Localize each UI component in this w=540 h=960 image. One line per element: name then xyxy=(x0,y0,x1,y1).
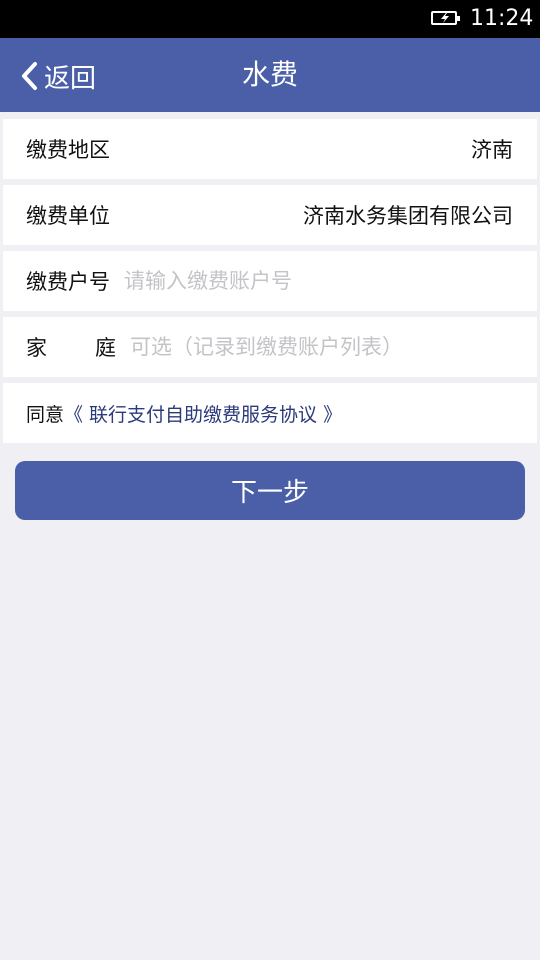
family-input[interactable] xyxy=(130,335,513,359)
navigation-bar: 水费 返回 xyxy=(0,38,540,112)
family-label-part1: 家 xyxy=(26,336,47,360)
agreement-link[interactable]: 《 联行支付自助缴费服务协议 》 xyxy=(64,404,342,426)
region-value: 济南 xyxy=(471,138,513,162)
account-row: 缴费户号 xyxy=(3,251,537,311)
battery-charging-icon xyxy=(431,11,460,25)
back-button[interactable]: 返回 xyxy=(20,56,96,96)
family-label-part2: 庭 xyxy=(95,336,116,360)
company-value: 济南水务集团有限公司 xyxy=(303,204,513,228)
status-bar: 11:24 xyxy=(0,0,540,38)
family-row: 家 庭 xyxy=(3,317,537,377)
account-label: 缴费户号 xyxy=(26,270,110,294)
lightning-icon xyxy=(441,13,449,23)
region-label: 缴费地区 xyxy=(26,138,110,162)
agreement-prefix: 同意 xyxy=(26,403,65,426)
region-row[interactable]: 缴费地区 济南 xyxy=(3,119,537,179)
account-input[interactable] xyxy=(124,269,513,293)
next-step-button[interactable]: 下一步 xyxy=(15,461,525,520)
status-time: 11:24 xyxy=(470,6,534,31)
agreement-row: 同意《 联行支付自助缴费服务协议 》 xyxy=(3,383,537,443)
chevron-left-icon xyxy=(22,62,37,90)
company-label: 缴费单位 xyxy=(26,204,110,228)
back-label: 返回 xyxy=(44,63,97,94)
family-label: 家 庭 xyxy=(26,332,116,362)
company-row[interactable]: 缴费单位 济南水务集团有限公司 xyxy=(3,185,537,245)
agreement-text: 同意《 联行支付自助缴费服务协议 》 xyxy=(26,400,342,427)
